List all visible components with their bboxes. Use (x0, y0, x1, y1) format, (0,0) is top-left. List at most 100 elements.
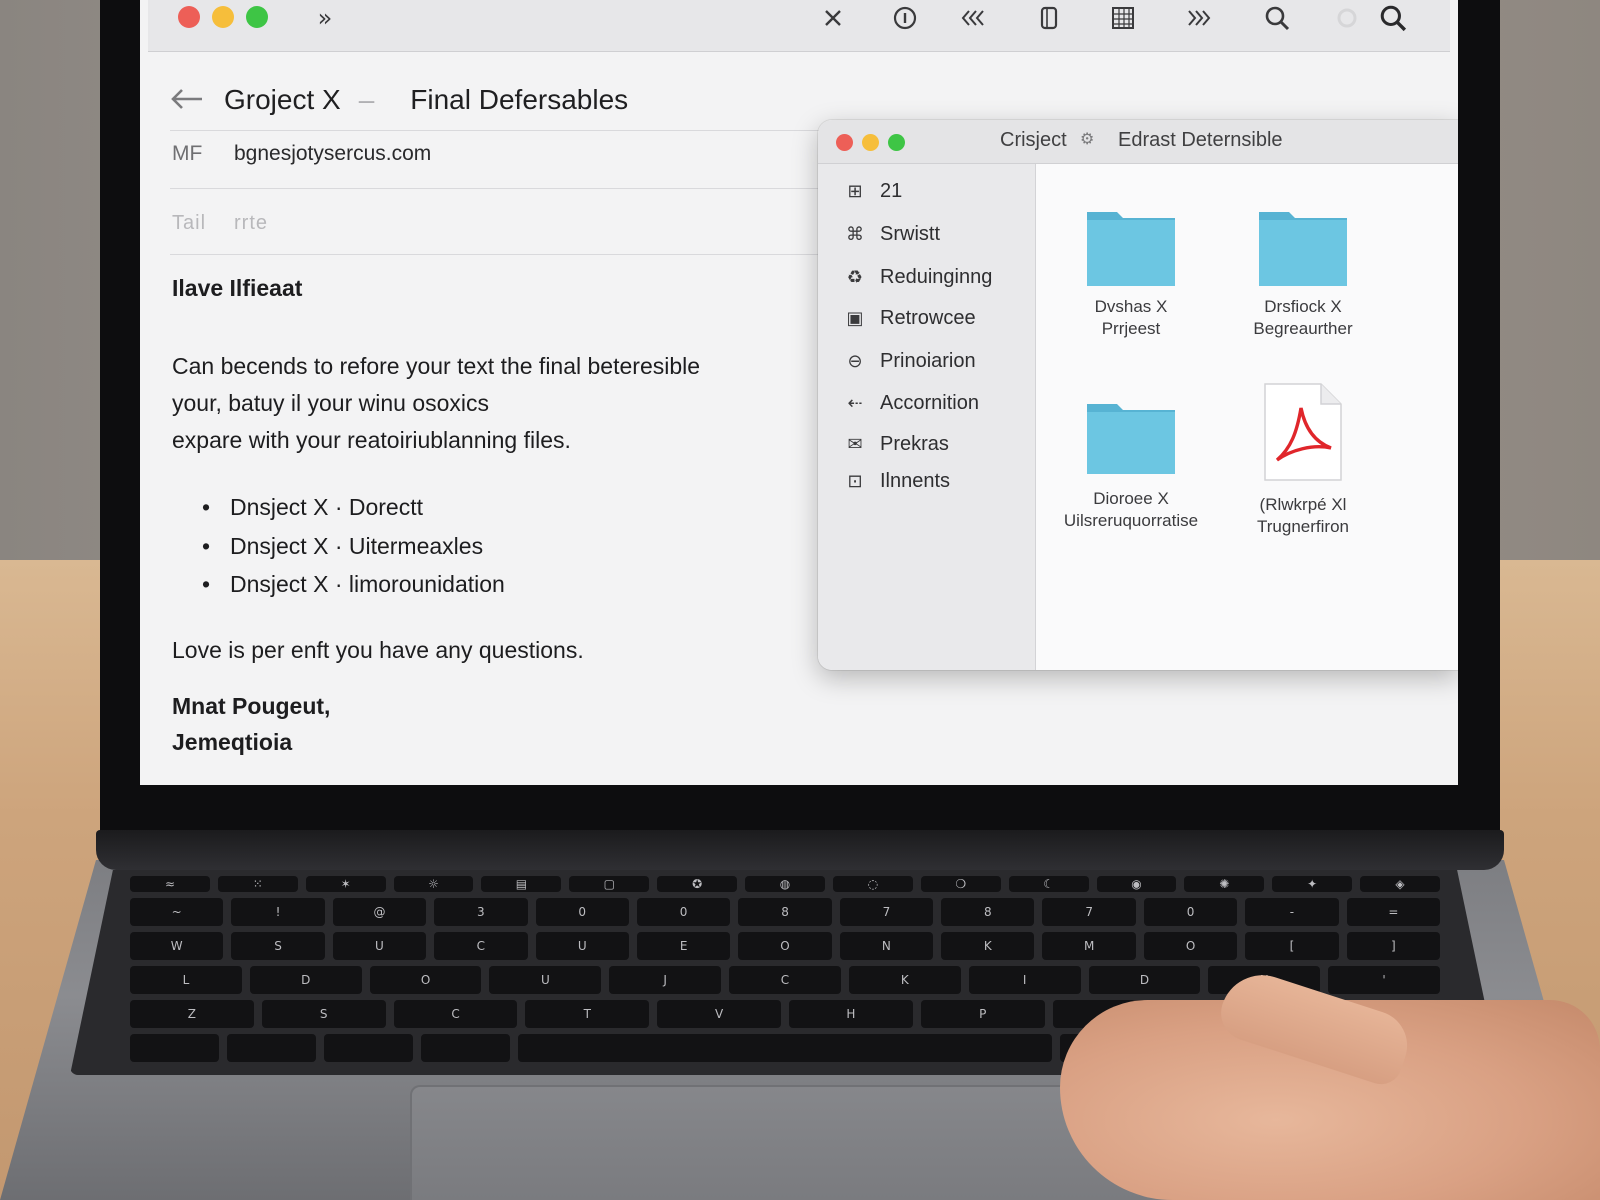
key[interactable]: C (434, 932, 528, 960)
key[interactable]: ◈ (1360, 876, 1440, 892)
key[interactable]: ] (1346, 932, 1441, 960)
key[interactable]: ☼ (393, 876, 474, 892)
key[interactable]: U (489, 966, 602, 994)
key[interactable]: ' (1328, 966, 1440, 994)
from-address[interactable]: bgnesjotysercus.com (234, 142, 431, 166)
key[interactable]: W (129, 932, 224, 960)
sidebar-item[interactable]: ▣ Retrowcee (844, 307, 976, 330)
key[interactable]: ~ (129, 898, 224, 926)
key[interactable]: 7 (1042, 898, 1136, 926)
reply-all-icon[interactable] (958, 4, 992, 32)
key[interactable]: K (848, 966, 961, 994)
key[interactable]: 7 (839, 898, 934, 926)
key[interactable]: 0 (1143, 898, 1238, 926)
search-icon[interactable] (1260, 4, 1294, 32)
key[interactable]: ≈ (130, 876, 210, 892)
key[interactable]: D (249, 966, 362, 994)
maximize-window-button[interactable] (246, 6, 268, 28)
key-fn[interactable] (130, 1034, 219, 1062)
key[interactable]: - (1245, 898, 1339, 926)
divider (170, 130, 830, 131)
key[interactable]: [ (1245, 932, 1339, 960)
pdf-file-item[interactable]: (Rlwkrpé Xl Trugnerfiron (1218, 382, 1388, 538)
key[interactable]: C (729, 966, 841, 994)
key[interactable]: ✦ (1272, 876, 1353, 892)
sidebar-item[interactable]: ✉ Prekras (844, 433, 948, 456)
finder-maximize-button[interactable] (888, 134, 905, 151)
key[interactable]: S (231, 932, 325, 960)
key-space[interactable] (518, 1034, 1052, 1062)
key[interactable]: L (130, 966, 242, 994)
key[interactable]: K (941, 932, 1035, 960)
divider (170, 254, 830, 255)
key[interactable]: S (261, 1000, 386, 1028)
key[interactable]: ✺ (1184, 876, 1265, 892)
key[interactable]: ◌ (832, 876, 913, 892)
key[interactable]: ⁙ (217, 876, 298, 892)
back-arrow-icon[interactable] (170, 83, 204, 118)
key[interactable]: M (1042, 932, 1136, 960)
chevron-right-icon[interactable]: » (308, 4, 342, 32)
key[interactable]: ! (231, 898, 325, 926)
key-command[interactable] (421, 1034, 510, 1062)
key[interactable]: T (525, 1000, 650, 1028)
key[interactable]: ✶ (305, 876, 386, 892)
mail-subject-title: Final Defersables (410, 84, 629, 115)
minimize-window-button[interactable] (212, 6, 234, 28)
key[interactable]: J (609, 966, 722, 994)
key[interactable]: V (657, 1000, 781, 1028)
key[interactable]: O (1143, 932, 1238, 960)
key[interactable]: H (789, 1000, 913, 1028)
folder-item[interactable]: Dvshas X Prrjeest (1046, 206, 1216, 340)
sidebar-item[interactable]: ♻ Reduinginng (844, 266, 992, 289)
calendar-grid-icon[interactable] (1106, 4, 1140, 32)
key[interactable]: ❍ (920, 876, 1001, 892)
key[interactable]: U (535, 932, 629, 960)
key[interactable]: 8 (941, 898, 1035, 926)
key[interactable]: ▤ (481, 876, 562, 892)
key[interactable]: N (839, 932, 934, 960)
key[interactable]: 0 (636, 898, 731, 926)
key[interactable]: I (968, 966, 1081, 994)
key[interactable]: 0 (535, 898, 629, 926)
key[interactable]: Z (130, 1000, 254, 1028)
key[interactable]: D (1088, 966, 1201, 994)
key[interactable]: U (332, 932, 427, 960)
folder-item[interactable]: Drsfiock X Begreaurther (1218, 206, 1388, 340)
sidebar-item[interactable]: ⊞ 21 (844, 180, 902, 203)
key[interactable]: ▢ (569, 876, 650, 892)
finder-close-button[interactable] (836, 134, 853, 151)
sidebar-item[interactable]: ⊖ Prinoiarion (844, 350, 975, 373)
sidebar-item[interactable]: ⇠ Accornition (844, 392, 978, 415)
finder-minimize-button[interactable] (862, 134, 879, 151)
key-option[interactable] (324, 1034, 413, 1062)
key[interactable]: ◍ (745, 876, 825, 892)
sidebar-item[interactable]: ⌘ Srwistt (844, 223, 940, 246)
keyboard-row-numbers: ~ ! @ 3 0 0 8 7 8 7 0 - = (129, 898, 1441, 926)
signature-name: Jemeqtioia (172, 729, 293, 755)
key[interactable]: O (369, 966, 482, 994)
key[interactable]: 3 (434, 898, 528, 926)
signoff-line: Mnat Pougeut, (172, 693, 331, 719)
key[interactable]: C (393, 1000, 518, 1028)
info-icon[interactable] (888, 4, 922, 32)
close-window-button[interactable] (178, 6, 200, 28)
key[interactable]: @ (332, 898, 427, 926)
key[interactable]: O (738, 932, 832, 960)
key[interactable]: 8 (738, 898, 832, 926)
folder-item[interactable]: Dioroee X Uilsreruquorratise (1046, 398, 1216, 532)
sidebar-item[interactable]: ⊡ Ilnnents (844, 470, 950, 493)
close-x-icon[interactable] (816, 4, 850, 32)
key[interactable]: E (636, 932, 731, 960)
key-control[interactable] (227, 1034, 316, 1062)
sidebar-item-label: Retrowcee (880, 307, 976, 329)
search-icon[interactable] (1376, 4, 1410, 32)
key[interactable]: ✪ (657, 876, 738, 892)
key[interactable]: ◉ (1096, 876, 1177, 892)
key[interactable]: = (1346, 898, 1441, 926)
key[interactable]: ☾ (1008, 876, 1089, 892)
key[interactable]: P (920, 1000, 1045, 1028)
finder-window: Crisject ⚙ Edrast Deternsible ⊞ 21 ⌘ Srw… (818, 120, 1458, 670)
forward-icon[interactable] (1180, 4, 1214, 32)
copy-icon[interactable] (1032, 4, 1066, 32)
